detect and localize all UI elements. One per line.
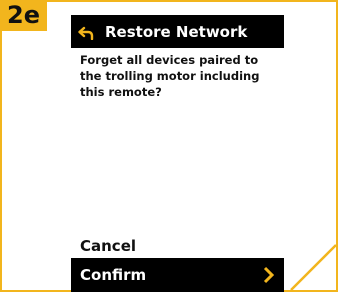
confirm-label: Confirm [80, 266, 147, 284]
confirm-option[interactable]: Confirm [71, 258, 284, 292]
step-badge: 2e [0, 0, 47, 31]
remote-screen: Restore Network Forget all devices paire… [71, 15, 284, 292]
chevron-right-icon [262, 266, 276, 284]
page-title: Restore Network [105, 22, 248, 41]
confirmation-message: Forget all devices paired to the trollin… [80, 53, 260, 99]
pointer-line [290, 244, 337, 291]
back-arrow-icon[interactable] [78, 25, 94, 40]
title-bar: Restore Network [71, 15, 284, 48]
cancel-option[interactable]: Cancel [80, 234, 275, 258]
